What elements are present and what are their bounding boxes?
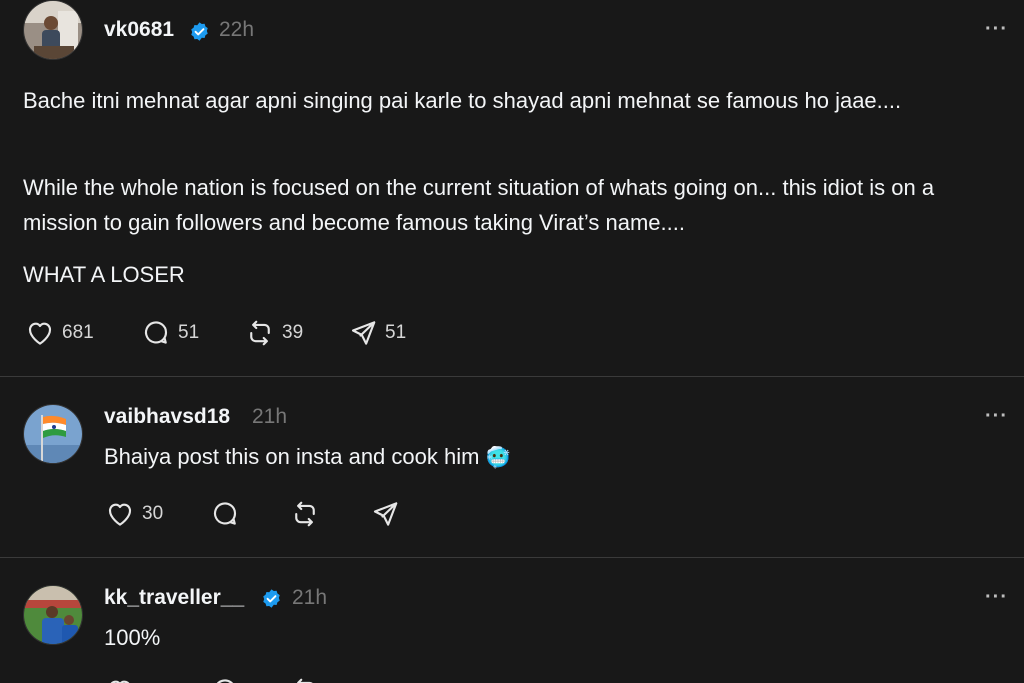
verified-badge-icon bbox=[191, 22, 208, 41]
heart-icon bbox=[28, 322, 52, 345]
more-options-icon[interactable]: ··· bbox=[985, 586, 1008, 609]
reply-button[interactable] bbox=[209, 499, 241, 529]
reply-text: Bhaiya post this on insta and cook him 🥶 bbox=[104, 439, 804, 476]
send-icon bbox=[351, 321, 376, 345]
reply-count: 51 bbox=[178, 322, 200, 343]
repost-count: 39 bbox=[282, 322, 304, 343]
username[interactable]: vk0681 bbox=[104, 18, 174, 42]
more-options-icon[interactable]: ··· bbox=[985, 18, 1008, 41]
send-icon bbox=[373, 502, 398, 526]
reply-bubble-icon bbox=[144, 321, 168, 344]
share-count: 51 bbox=[385, 322, 407, 343]
reply-button[interactable]: 51 bbox=[140, 318, 199, 348]
share-button[interactable] bbox=[369, 499, 401, 529]
like-count: 681 bbox=[62, 322, 94, 343]
like-button[interactable]: 681 bbox=[24, 318, 94, 348]
reply-bubble-icon bbox=[213, 502, 237, 525]
repost-icon bbox=[297, 678, 313, 683]
repost-button[interactable]: 39 bbox=[244, 318, 303, 348]
repost-icon bbox=[295, 501, 315, 527]
repost-button[interactable] bbox=[289, 676, 321, 683]
post-2: vaibhavsd18 21h ··· Bhaiya post this on … bbox=[0, 377, 1024, 557]
avatar[interactable] bbox=[23, 0, 83, 60]
post-1: vk0681 22h ··· Bache itni mehnat agar ap… bbox=[0, 0, 1024, 376]
reply-button[interactable] bbox=[209, 676, 241, 683]
post-time: 21h bbox=[292, 586, 328, 609]
avatar[interactable] bbox=[23, 404, 83, 464]
repost-button[interactable] bbox=[289, 499, 321, 529]
heart-icon bbox=[108, 503, 132, 526]
share-button[interactable]: 51 bbox=[347, 318, 406, 348]
reply-text: 100% bbox=[104, 625, 161, 650]
post-time: 22h bbox=[219, 18, 255, 41]
post-3: kk_traveller__ 21h ··· 100% bbox=[0, 558, 1024, 683]
heart-icon bbox=[110, 680, 130, 683]
reply-text-body: Bhaiya post this on insta and cook him bbox=[104, 444, 480, 469]
post-paragraph-2: While the whole nation is focused on the… bbox=[23, 175, 935, 235]
post-time: 21h bbox=[252, 405, 288, 428]
username[interactable]: vaibhavsd18 bbox=[104, 405, 230, 429]
reply-bubble-icon bbox=[216, 679, 234, 683]
like-button[interactable] bbox=[104, 676, 136, 683]
avatar[interactable] bbox=[23, 585, 83, 645]
verified-badge-icon bbox=[263, 589, 280, 608]
cold-face-emoji: 🥶 bbox=[485, 447, 511, 469]
like-button[interactable]: 30 bbox=[104, 499, 163, 529]
repost-icon bbox=[250, 320, 270, 346]
post-paragraph-1: Bache itni mehnat agar apni singing pai … bbox=[23, 88, 902, 113]
like-count: 30 bbox=[142, 503, 164, 524]
more-options-icon[interactable]: ··· bbox=[985, 405, 1008, 428]
username[interactable]: kk_traveller__ bbox=[104, 586, 244, 610]
post-paragraph-3: WHAT A LOSER bbox=[23, 262, 185, 287]
